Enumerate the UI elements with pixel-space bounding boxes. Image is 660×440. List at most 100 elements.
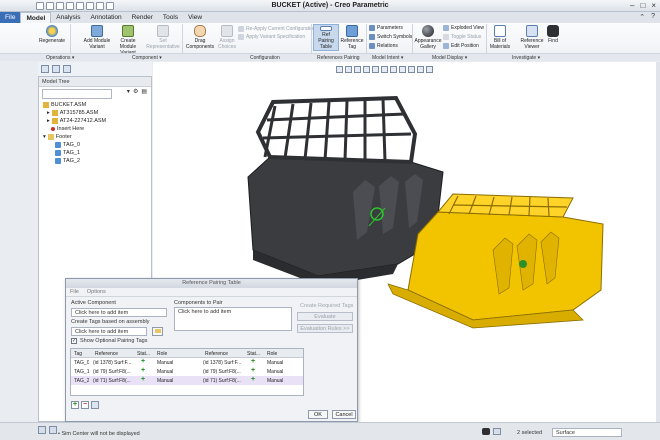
- set-representative-icon: [157, 25, 169, 37]
- tree-item-footer[interactable]: ▾ Footer: [43, 134, 72, 140]
- evaluation-rules-button[interactable]: Evaluation Rules >>: [297, 324, 353, 333]
- selection-filter-dropdown[interactable]: Surface: [552, 428, 622, 437]
- favorites-tab-icon[interactable]: [63, 65, 71, 73]
- table-row[interactable]: TAG_0 (id 1378) Surf:F... + Manual (id 1…: [71, 358, 303, 367]
- cancel-button[interactable]: Cancel: [332, 410, 356, 419]
- switch-symbols-button[interactable]: Switch Symbols: [369, 34, 412, 40]
- tab-render[interactable]: Render: [127, 12, 158, 23]
- binoculars-icon[interactable]: [482, 428, 490, 435]
- regenerate-button[interactable]: Regenerate: [39, 25, 65, 44]
- tab-tools[interactable]: Tools: [158, 12, 183, 23]
- annotation-display-icon[interactable]: [417, 66, 424, 73]
- maximize-icon[interactable]: □: [640, 1, 645, 10]
- refit-icon[interactable]: [336, 66, 343, 73]
- group-operations[interactable]: Operations ▾: [46, 55, 74, 61]
- evaluate-button[interactable]: Evaluate: [297, 312, 353, 321]
- tree-item-tag-0[interactable]: TAG_0: [55, 142, 80, 148]
- add-module-variant-button[interactable]: Add Module Variant: [82, 25, 112, 50]
- view-manager-icon[interactable]: [399, 66, 406, 73]
- tree-item-tag-1[interactable]: TAG_1: [55, 150, 80, 156]
- show-optional-checkbox[interactable]: ✓: [71, 338, 77, 344]
- column-header[interactable]: Reference: [95, 351, 118, 357]
- tab-annotation[interactable]: Annotation: [85, 12, 126, 23]
- add-row-icon[interactable]: +: [71, 401, 79, 409]
- selection-icon[interactable]: [493, 428, 501, 435]
- re-apply-configuration-button[interactable]: Re-Apply Current Configuration: [238, 26, 316, 32]
- spin-center-icon[interactable]: [426, 66, 433, 73]
- group-component[interactable]: Component ▾: [132, 55, 162, 61]
- tree-item-at315785[interactable]: ▸ AT315785.ASM: [47, 110, 98, 116]
- assign-choices-button[interactable]: Assign Choices: [214, 25, 240, 50]
- model-tree-tab-icon[interactable]: [41, 65, 49, 73]
- tab-analysis[interactable]: Analysis: [51, 12, 85, 23]
- components-to-pair-field[interactable]: Click here to add item: [174, 307, 292, 331]
- binoculars-icon: [547, 25, 559, 37]
- column-header[interactable]: Role: [267, 351, 277, 357]
- selected-count: 2 selected: [517, 430, 543, 436]
- edit-position-icon: [443, 43, 449, 49]
- tree-settings-icon[interactable]: ⚙: [133, 88, 138, 95]
- reference-tag-button[interactable]: Reference Tag: [340, 25, 364, 50]
- tab-model[interactable]: Model: [20, 12, 52, 23]
- relations-button[interactable]: Relations: [369, 43, 398, 49]
- create-module-variant-button[interactable]: Create Module Variant: [113, 25, 143, 56]
- reorient-icon[interactable]: [372, 66, 379, 73]
- tab-view[interactable]: View: [183, 12, 207, 23]
- group-model-display[interactable]: Model Display ▾: [432, 55, 467, 61]
- remove-row-icon[interactable]: −: [81, 401, 89, 409]
- folder-browser-tab-icon[interactable]: [52, 65, 60, 73]
- navigator-toggle-icon[interactable]: [38, 426, 46, 434]
- column-header[interactable]: Role: [157, 351, 167, 357]
- column-header[interactable]: Reference: [205, 351, 228, 357]
- help-icon[interactable]: ?: [651, 13, 655, 21]
- repaint-icon[interactable]: [363, 66, 370, 73]
- tree-item-at24-227412[interactable]: ▸ AT24-227412.ASM: [47, 118, 106, 124]
- drag-components-button[interactable]: Drag Components: [186, 25, 214, 50]
- zoom-in-icon[interactable]: [345, 66, 352, 73]
- table-row-selected[interactable]: TAG_2 (id 71) Surf:F8(... + Manual (id 7…: [71, 376, 303, 385]
- browser-toggle-icon[interactable]: [49, 426, 57, 434]
- tree-item-tag-2[interactable]: TAG_2: [55, 158, 80, 164]
- group-model-intent[interactable]: Model Intent ▾: [372, 55, 403, 61]
- reference-viewer-button[interactable]: Reference Viewer: [518, 25, 546, 50]
- minimize-icon[interactable]: –: [630, 1, 634, 10]
- minimize-ribbon-icon[interactable]: ⌃: [639, 13, 645, 21]
- table-view-icon[interactable]: [91, 401, 99, 409]
- parameters-button[interactable]: Parameters: [369, 25, 403, 31]
- find-button[interactable]: Find: [545, 25, 561, 44]
- collapse-icon[interactable]: ▾: [43, 134, 46, 140]
- tree-columns-icon[interactable]: ▤: [141, 88, 147, 95]
- apply-variant-spec-button[interactable]: Apply Variant Specification: [238, 34, 305, 40]
- column-header[interactable]: Tag: [74, 351, 82, 357]
- add-module-variant-icon: [91, 25, 103, 37]
- bill-of-materials-button[interactable]: Bill of Materials: [487, 25, 513, 50]
- tree-item-insert-here[interactable]: Insert Here: [51, 126, 84, 132]
- ok-button[interactable]: OK: [308, 410, 328, 419]
- zoom-out-icon[interactable]: [354, 66, 361, 73]
- dialog-menu-options[interactable]: Options: [87, 289, 106, 295]
- active-component-field[interactable]: Click here to add item: [71, 308, 167, 317]
- ref-pairing-table-button[interactable]: Ref Pairing Table: [313, 24, 339, 51]
- toggle-status-button[interactable]: Toggle Status: [443, 34, 481, 40]
- column-header[interactable]: Stat...: [247, 351, 260, 357]
- saved-views-icon[interactable]: [381, 66, 388, 73]
- group-investigate[interactable]: Investigate ▾: [512, 55, 540, 61]
- tree-filter-icon[interactable]: ▾: [127, 88, 130, 95]
- column-header[interactable]: Stat...: [137, 351, 150, 357]
- close-icon[interactable]: ×: [651, 1, 656, 10]
- tab-file[interactable]: File: [0, 12, 21, 23]
- edit-position-button[interactable]: Edit Position: [443, 43, 479, 49]
- open-assembly-button[interactable]: [152, 327, 163, 336]
- dialog-menu-file[interactable]: File: [70, 289, 79, 295]
- datum-display-icon[interactable]: [408, 66, 415, 73]
- display-style-icon[interactable]: [390, 66, 397, 73]
- expand-icon[interactable]: ▸: [47, 118, 50, 124]
- tree-item-bucket-asm[interactable]: BUCKET.ASM: [43, 102, 86, 108]
- exploded-view-button[interactable]: Exploded View: [443, 25, 484, 31]
- model-tree-search-input[interactable]: [42, 89, 112, 99]
- table-row[interactable]: TAG_1 (id 79) Surf:F8(... + Manual (id 7…: [71, 367, 303, 376]
- create-tags-field[interactable]: Click here to add item: [71, 327, 147, 336]
- set-representative-button[interactable]: Set Representative: [146, 25, 180, 50]
- appearance-gallery-button[interactable]: Appearance Gallery: [413, 25, 443, 50]
- expand-icon[interactable]: ▸: [47, 110, 50, 116]
